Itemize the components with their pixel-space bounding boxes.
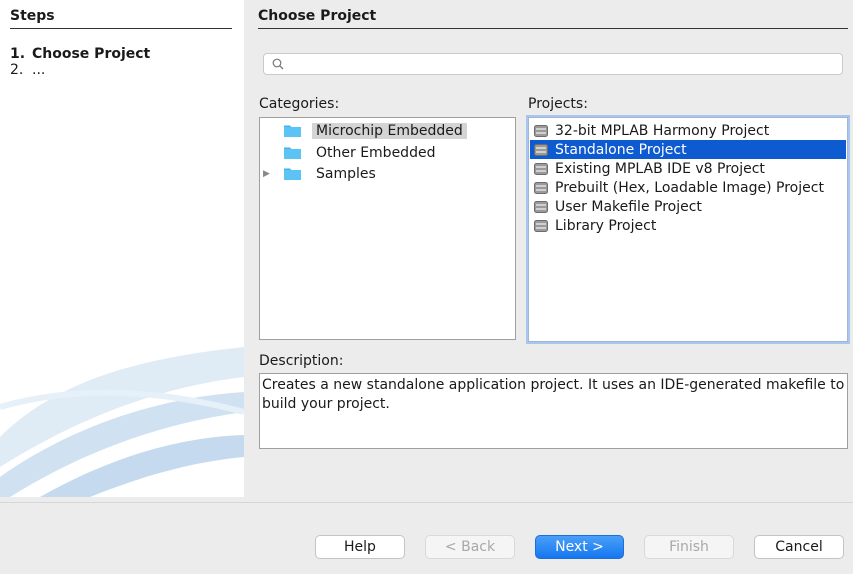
step-label: ... bbox=[32, 62, 46, 78]
project-item-standalone[interactable]: Standalone Project bbox=[530, 140, 846, 159]
search-box[interactable] bbox=[263, 53, 843, 75]
project-label: Standalone Project bbox=[555, 141, 687, 158]
step-number: 2. bbox=[10, 62, 24, 78]
category-label: Samples bbox=[316, 165, 376, 182]
steps-title: Steps bbox=[10, 8, 232, 29]
folder-icon bbox=[284, 124, 301, 137]
description-label: Description: bbox=[259, 353, 344, 369]
folder-icon bbox=[284, 146, 301, 159]
project-label: Library Project bbox=[555, 217, 657, 234]
projects-label: Projects: bbox=[528, 96, 588, 112]
project-item-prebuilt[interactable]: Prebuilt (Hex, Loadable Image) Project bbox=[530, 178, 846, 197]
finish-button[interactable]: Finish bbox=[644, 535, 734, 559]
step-item-1: 1. Choose Project bbox=[10, 46, 150, 62]
page-title: Choose Project bbox=[258, 8, 848, 29]
help-button[interactable]: Help bbox=[315, 535, 405, 559]
button-bar: Help < Back Next > Finish Cancel bbox=[0, 502, 853, 574]
categories-label: Categories: bbox=[259, 96, 340, 112]
description-text: Creates a new standalone application pro… bbox=[259, 373, 848, 449]
project-item-library[interactable]: Library Project bbox=[530, 216, 846, 235]
category-item-samples[interactable]: ▶ Samples bbox=[263, 164, 380, 183]
category-label: Other Embedded bbox=[316, 144, 436, 161]
step-label: Choose Project bbox=[32, 46, 151, 62]
project-label: Prebuilt (Hex, Loadable Image) Project bbox=[555, 179, 824, 196]
project-chip-icon bbox=[534, 162, 548, 175]
project-item-harmony[interactable]: 32-bit MPLAB Harmony Project bbox=[530, 121, 846, 140]
step-item-2: 2. ... bbox=[10, 62, 150, 78]
project-chip-icon bbox=[534, 124, 548, 137]
back-button[interactable]: < Back bbox=[425, 535, 515, 559]
project-chip-icon bbox=[534, 219, 548, 232]
disclosure-triangle-icon[interactable]: ▶ bbox=[263, 169, 284, 179]
next-button[interactable]: Next > bbox=[535, 535, 624, 559]
cancel-button[interactable]: Cancel bbox=[754, 535, 844, 559]
search-icon bbox=[272, 58, 284, 70]
category-label: Microchip Embedded bbox=[312, 122, 467, 139]
project-item-user-makefile[interactable]: User Makefile Project bbox=[530, 197, 846, 216]
project-label: 32-bit MPLAB Harmony Project bbox=[555, 122, 770, 139]
category-item-other-embedded[interactable]: Other Embedded bbox=[272, 143, 439, 162]
category-item-microchip-embedded[interactable]: Microchip Embedded bbox=[272, 121, 467, 140]
step-number: 1. bbox=[10, 46, 26, 62]
project-item-mplab-v8[interactable]: Existing MPLAB IDE v8 Project bbox=[530, 159, 846, 178]
search-input[interactable] bbox=[288, 55, 842, 75]
project-label: Existing MPLAB IDE v8 Project bbox=[555, 160, 765, 177]
categories-tree[interactable]: Microchip Embedded Other Embedded ▶ Samp… bbox=[259, 117, 516, 340]
project-chip-icon bbox=[534, 181, 548, 194]
steps-list: 1. Choose Project 2. ... bbox=[10, 46, 150, 78]
folder-icon bbox=[284, 167, 301, 180]
projects-list[interactable]: 32-bit MPLAB Harmony Project Standalone … bbox=[528, 117, 848, 342]
project-label: User Makefile Project bbox=[555, 198, 702, 215]
project-chip-icon bbox=[534, 200, 548, 213]
steps-pane: Steps 1. Choose Project 2. ... bbox=[0, 0, 244, 497]
decorative-swoosh-graphic bbox=[0, 347, 244, 497]
project-chip-icon bbox=[534, 143, 548, 156]
